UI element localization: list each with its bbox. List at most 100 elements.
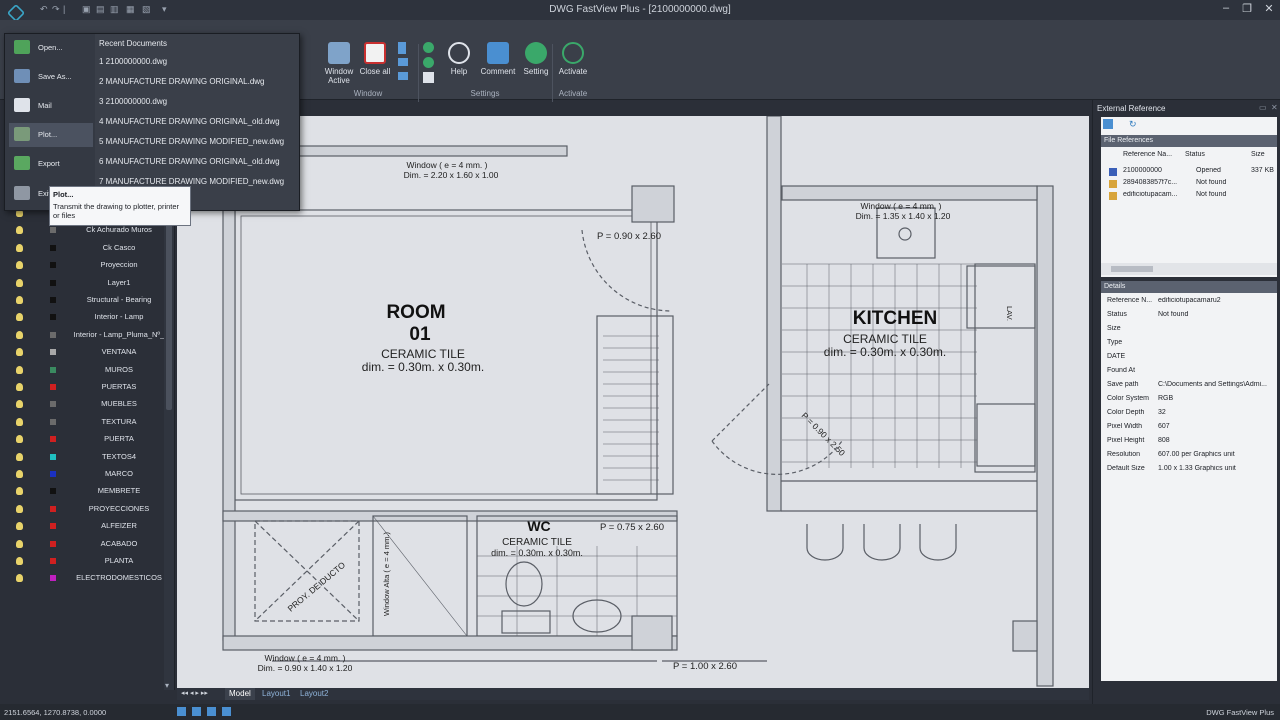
tile-vertical-icon[interactable] — [398, 42, 406, 54]
panel-pin-icon[interactable]: ▭ — [1259, 103, 1267, 112]
layer-row[interactable]: TEXTOS4 — [0, 449, 164, 466]
layer-color-swatch[interactable] — [50, 366, 56, 373]
chevron-down-icon[interactable]: ▾ — [165, 681, 169, 690]
reference-status[interactable]: Not found — [1196, 179, 1246, 186]
col-status[interactable]: Status — [1185, 151, 1225, 158]
tile-horizontal-icon[interactable] — [398, 58, 408, 66]
layer-visibility-bulb-icon[interactable] — [16, 383, 23, 391]
reference-size[interactable]: 337 KB — [1251, 167, 1277, 174]
layer-row[interactable]: PLANTA — [0, 553, 164, 570]
layer-color-swatch[interactable] — [50, 227, 56, 234]
layer-visibility-bulb-icon[interactable] — [16, 261, 23, 270]
grid-icon[interactable] — [207, 707, 216, 716]
layer-visibility-bulb-icon[interactable] — [16, 435, 23, 444]
reference-name[interactable]: 2894083857f7c... — [1123, 179, 1183, 186]
recent-document-item[interactable]: 7 MANUFACTURE DRAWING MODIFIED_new.dwg — [99, 177, 299, 186]
layer-row[interactable]: TEXTURA — [0, 414, 164, 431]
col-size[interactable]: Size — [1251, 151, 1271, 158]
tab-layout2[interactable]: Layout2 — [296, 688, 332, 700]
reference-status[interactable]: Opened — [1196, 167, 1246, 174]
layer-color-swatch[interactable] — [50, 297, 56, 303]
layer-color-swatch[interactable] — [50, 540, 56, 547]
layer-row[interactable]: PROYECCIONES — [0, 501, 164, 518]
layer-row[interactable]: MEMBRETE — [0, 483, 164, 500]
open-menu-item[interactable]: Open... — [9, 36, 93, 60]
attach-icon[interactable] — [1103, 119, 1113, 129]
layer-visibility-bulb-icon[interactable] — [16, 348, 23, 357]
arrange-icon[interactable] — [398, 72, 408, 80]
close-all-button[interactable]: Close all — [352, 42, 398, 76]
layer-row[interactable]: MUEBLES — [0, 396, 164, 413]
recent-document-item[interactable]: 4 MANUFACTURE DRAWING ORIGINAL_old.dwg — [99, 117, 299, 126]
layer-row[interactable]: PUERTA — [0, 431, 164, 448]
layer-row[interactable]: VENTANA — [0, 344, 164, 361]
refresh-icon[interactable]: ↻ — [1129, 119, 1137, 130]
layer-color-swatch[interactable] — [50, 523, 56, 530]
layer-color-swatch[interactable] — [50, 401, 56, 408]
tab-layout1[interactable]: Layout1 — [258, 688, 294, 700]
layer-visibility-bulb-icon[interactable] — [16, 417, 23, 426]
reference-name[interactable]: edificiotupacam... — [1123, 191, 1183, 198]
osnap-icon[interactable] — [222, 707, 231, 716]
layer-visibility-bulb-icon[interactable] — [16, 557, 23, 565]
layer-color-swatch[interactable] — [50, 488, 56, 495]
activate-button[interactable]: Activate — [550, 42, 596, 76]
drawing-canvas[interactable]: ROOM 01 CERAMIC TILE dim. = 0.30m. x 0.3… — [177, 116, 1089, 688]
panel-close-icon[interactable]: ✕ — [1271, 103, 1278, 112]
layer-row[interactable]: ALFEIZER — [0, 518, 164, 535]
layer-visibility-bulb-icon[interactable] — [16, 470, 23, 478]
export-menu-item[interactable]: Export — [9, 152, 93, 176]
layer-row[interactable]: Interior - Lamp_Pluma_Nº_ — [0, 327, 164, 344]
layer-color-swatch[interactable] — [50, 471, 56, 477]
maximize-icon[interactable]: ❐ — [1238, 2, 1256, 15]
layer-color-swatch[interactable] — [50, 349, 56, 356]
layer-row[interactable]: ELECTRODOMESTICOS — [0, 570, 164, 587]
mail-menu-item[interactable]: Mail — [9, 94, 93, 118]
layer-row[interactable]: Proyeccion — [0, 257, 164, 274]
layer-row[interactable]: PUERTAS — [0, 379, 164, 396]
layer-color-swatch[interactable] — [50, 384, 56, 390]
layer-color-swatch[interactable] — [50, 279, 56, 286]
layer-color-swatch[interactable] — [50, 314, 56, 321]
layer-color-swatch[interactable] — [50, 262, 56, 269]
layer-visibility-bulb-icon[interactable] — [16, 452, 23, 461]
reference-name[interactable]: 2100000000 — [1123, 167, 1183, 174]
layer-visibility-bulb-icon[interactable] — [16, 296, 23, 304]
layer-color-swatch[interactable] — [50, 244, 56, 251]
layer-visibility-bulb-icon[interactable] — [16, 330, 23, 339]
layer-row[interactable]: MUROS — [0, 362, 164, 379]
layer-color-swatch[interactable] — [50, 418, 56, 425]
layer-visibility-bulb-icon[interactable] — [16, 278, 23, 287]
save-as-menu-item[interactable]: Save As... — [9, 65, 93, 89]
layer-visibility-bulb-icon[interactable] — [16, 522, 23, 531]
reference-status[interactable]: Not found — [1196, 191, 1246, 198]
recent-document-item[interactable]: 1 2100000000.dwg — [99, 57, 299, 66]
layer-row[interactable]: Interior - Lamp — [0, 309, 164, 326]
ortho-icon[interactable] — [192, 707, 201, 716]
floor-plan[interactable]: ROOM 01 CERAMIC TILE dim. = 0.30m. x 0.3… — [177, 116, 1089, 688]
minimize-icon[interactable]: – — [1217, 2, 1235, 14]
plot-menu-item[interactable]: Plot... — [9, 123, 93, 147]
hscroll[interactable] — [1101, 263, 1277, 275]
layer-row[interactable]: Layer1 — [0, 275, 164, 292]
recent-document-item[interactable]: 3 2100000000.dwg — [99, 97, 299, 106]
layer-row[interactable]: Structural - Bearing — [0, 292, 164, 309]
tab-nav-first-icon[interactable]: ◂◂ ◂ ▸ ▸▸ — [181, 689, 208, 697]
layer-color-swatch[interactable] — [50, 575, 56, 582]
layer-visibility-bulb-icon[interactable] — [16, 539, 23, 548]
layer-visibility-bulb-icon[interactable] — [16, 365, 23, 374]
layer-visibility-bulb-icon[interactable] — [16, 574, 23, 583]
layer-color-swatch[interactable] — [50, 505, 56, 512]
col-reference-name[interactable]: Reference Na... — [1123, 151, 1183, 158]
layer-row[interactable]: MARCO — [0, 466, 164, 483]
recent-document-item[interactable]: 6 MANUFACTURE DRAWING ORIGINAL_old.dwg — [99, 157, 299, 166]
layer-visibility-bulb-icon[interactable] — [16, 243, 23, 252]
layer-visibility-bulb-icon[interactable] — [16, 313, 23, 322]
close-icon[interactable]: ✕ — [1260, 2, 1278, 15]
grid-icon[interactable] — [423, 72, 434, 83]
recent-document-item[interactable]: 5 MANUFACTURE DRAWING MODIFIED_new.dwg — [99, 137, 299, 146]
hscroll-thumb[interactable] — [1111, 266, 1153, 272]
layer-color-swatch[interactable] — [50, 436, 56, 443]
layer-color-swatch[interactable] — [50, 331, 56, 338]
info-icon[interactable] — [423, 57, 434, 68]
